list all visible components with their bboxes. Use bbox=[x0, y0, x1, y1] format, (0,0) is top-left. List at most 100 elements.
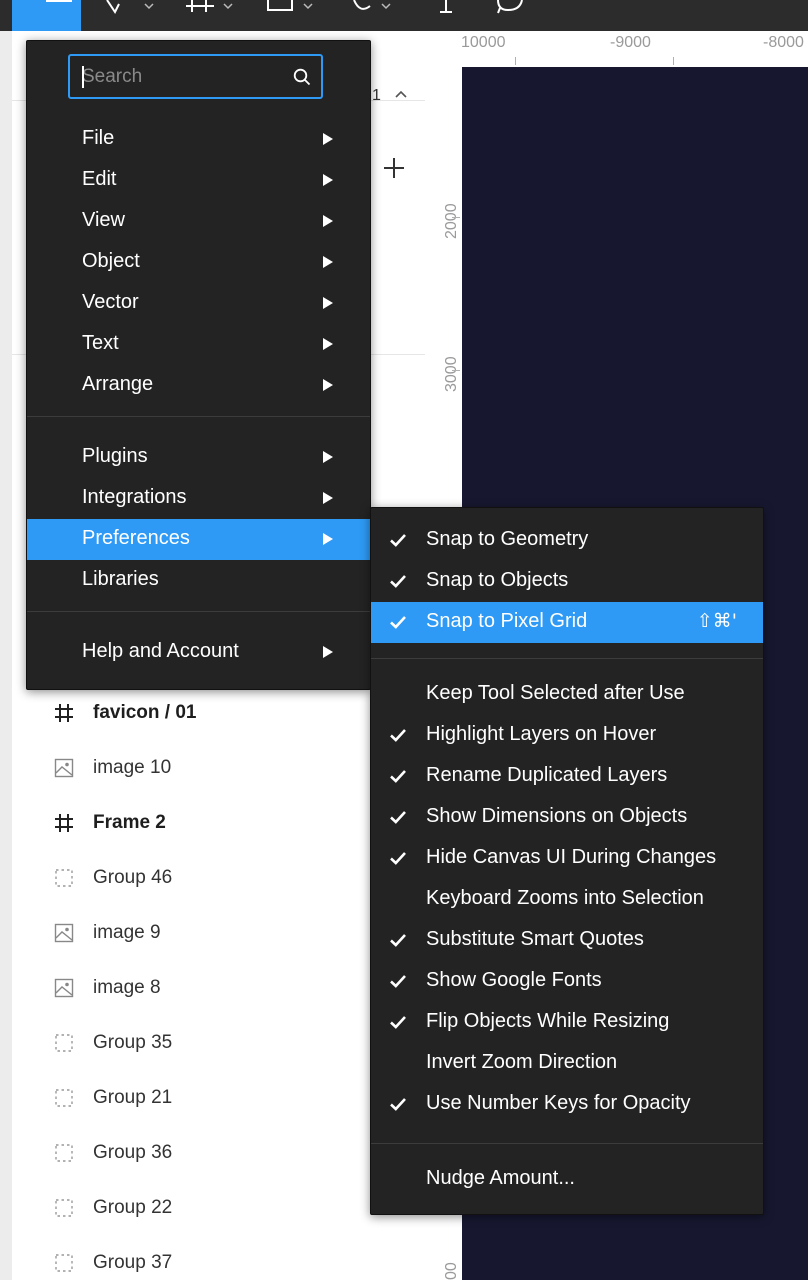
chevron-right-icon bbox=[323, 492, 333, 504]
layer-row[interactable]: Group 22 bbox=[42, 1193, 422, 1223]
layer-row[interactable]: Group 35 bbox=[42, 1028, 422, 1058]
check-icon bbox=[390, 811, 406, 824]
menu-item-view[interactable]: View bbox=[27, 201, 370, 242]
pref-item-keyboard-zooms-into-selection[interactable]: Keyboard Zooms into Selection bbox=[371, 879, 763, 920]
pref-item-label: Show Dimensions on Objects bbox=[426, 805, 688, 827]
layer-name: image 9 bbox=[93, 922, 161, 943]
layer-name: Group 21 bbox=[93, 1087, 173, 1108]
page-indicator[interactable]: 1 bbox=[372, 87, 381, 105]
pref-item-show-google-fonts[interactable]: Show Google Fonts bbox=[371, 961, 763, 1002]
hamburger-icon bbox=[46, 0, 72, 10]
pref-item-flip-objects-while-resizing[interactable]: Flip Objects While Resizing bbox=[371, 1002, 763, 1043]
menu-item-label: Object bbox=[82, 250, 140, 272]
layer-row[interactable]: image 10 bbox=[42, 753, 422, 783]
pref-item-label: Rename Duplicated Layers bbox=[426, 764, 668, 786]
keyboard-shortcut: ⇧⌘' bbox=[696, 610, 737, 632]
layer-name: image 10 bbox=[93, 757, 172, 778]
pref-item-show-dimensions-on-objects[interactable]: Show Dimensions on Objects bbox=[371, 797, 763, 838]
pref-item-nudge-amount[interactable]: Nudge Amount... bbox=[371, 1159, 763, 1200]
main-menu-button[interactable] bbox=[12, 0, 81, 31]
main-menu: File Edit View Object Vector Text Arrange Plugi… bbox=[26, 40, 371, 690]
comment-tool-icon[interactable] bbox=[496, 0, 526, 18]
layer-row[interactable]: Group 46 bbox=[42, 863, 422, 893]
pref-item-snap-to-geometry[interactable]: Snap to Geometry bbox=[371, 520, 763, 561]
check-icon bbox=[390, 975, 406, 988]
menu-item-libraries[interactable]: Libraries bbox=[27, 560, 370, 601]
ruler-label: 3000 bbox=[443, 356, 460, 392]
layer-name: Group 46 bbox=[93, 867, 173, 888]
preferences-submenu: Snap to Geometry Snap to Objects Snap to P… bbox=[370, 507, 764, 1215]
ruler-label: -8000 bbox=[763, 34, 804, 51]
ruler-label: 10000 bbox=[461, 34, 506, 51]
menu-item-text[interactable]: Text bbox=[27, 324, 370, 365]
menu-separator bbox=[27, 611, 370, 612]
menu-item-edit[interactable]: Edit bbox=[27, 160, 370, 201]
chevron-right-icon bbox=[323, 533, 333, 545]
frame-tool-icon[interactable] bbox=[186, 0, 236, 18]
layer-name: favicon / 01 bbox=[93, 702, 197, 723]
shape-tool-icon[interactable] bbox=[266, 0, 316, 18]
pref-item-rename-duplicated-layers[interactable]: Rename Duplicated Layers bbox=[371, 756, 763, 797]
menu-item-label: Preferences bbox=[82, 527, 190, 549]
layer-row[interactable]: Group 21 bbox=[42, 1083, 422, 1113]
menu-item-label: Integrations bbox=[82, 486, 187, 508]
layer-row[interactable]: favicon / 01 bbox=[42, 698, 422, 728]
check-icon bbox=[390, 934, 406, 947]
pref-item-invert-zoom-direction[interactable]: Invert Zoom Direction bbox=[371, 1043, 763, 1084]
menu-separator bbox=[27, 416, 370, 417]
layer-row[interactable]: Group 37 bbox=[42, 1248, 422, 1278]
menu-item-label: Plugins bbox=[82, 445, 148, 467]
ruler-tick bbox=[673, 57, 674, 65]
layer-name: Group 37 bbox=[93, 1252, 173, 1273]
image-icon bbox=[54, 923, 74, 943]
pref-item-label: Show Google Fonts bbox=[426, 969, 602, 991]
pref-item-snap-to-pixel-grid[interactable]: Snap to Pixel Grid ⇧⌘' bbox=[371, 602, 763, 643]
text-tool-icon[interactable] bbox=[436, 0, 456, 18]
layer-row[interactable]: Frame 2 bbox=[42, 808, 422, 838]
dashed-group-icon bbox=[54, 1143, 74, 1163]
menu-item-vector[interactable]: Vector bbox=[27, 283, 370, 324]
pref-item-label: Highlight Layers on Hover bbox=[426, 723, 657, 745]
check-icon bbox=[390, 575, 406, 588]
pref-item-label: Snap to Objects bbox=[426, 569, 569, 591]
menu-item-object[interactable]: Object bbox=[27, 242, 370, 283]
menu-item-help-and-account[interactable]: Help and Account bbox=[27, 632, 370, 673]
ruler-label: 00 bbox=[443, 1262, 460, 1280]
pref-item-hide-canvas-ui-during-changes[interactable]: Hide Canvas UI During Changes bbox=[371, 838, 763, 879]
menu-item-label: Text bbox=[82, 332, 119, 354]
top-ruler: 10000 -9000 -8000 bbox=[425, 31, 808, 68]
layer-row[interactable]: Group 36 bbox=[42, 1138, 422, 1168]
layer-row[interactable]: image 9 bbox=[42, 918, 422, 948]
menu-search-input[interactable] bbox=[82, 64, 282, 90]
pref-item-highlight-layers-on-hover[interactable]: Highlight Layers on Hover bbox=[371, 715, 763, 756]
pref-item-label: Invert Zoom Direction bbox=[426, 1051, 618, 1073]
pref-item-substitute-smart-quotes[interactable]: Substitute Smart Quotes bbox=[371, 920, 763, 961]
check-icon bbox=[390, 1098, 406, 1111]
pref-item-snap-to-objects[interactable]: Snap to Objects bbox=[371, 561, 763, 602]
check-icon bbox=[390, 852, 406, 865]
menu-item-plugins[interactable]: Plugins bbox=[27, 437, 370, 478]
pen-tool-icon[interactable] bbox=[352, 0, 402, 18]
check-icon bbox=[390, 616, 406, 629]
chevron-right-icon bbox=[323, 133, 333, 145]
check-icon bbox=[390, 534, 406, 547]
pref-item-use-number-keys-for-opacity[interactable]: Use Number Keys for Opacity bbox=[371, 1084, 763, 1125]
pref-item-label: Use Number Keys for Opacity bbox=[426, 1092, 691, 1114]
chevron-right-icon bbox=[323, 379, 333, 391]
menu-item-integrations[interactable]: Integrations bbox=[27, 478, 370, 519]
menu-search-box[interactable] bbox=[68, 54, 323, 99]
menu-item-file[interactable]: File bbox=[27, 119, 370, 160]
move-tool-icon[interactable] bbox=[105, 0, 155, 18]
pref-item-keep-tool-selected-after-use[interactable]: Keep Tool Selected after Use bbox=[371, 674, 763, 715]
chevron-up-icon[interactable] bbox=[394, 89, 408, 99]
menu-item-arrange[interactable]: Arrange bbox=[27, 365, 370, 406]
menu-separator bbox=[371, 658, 763, 659]
check-icon bbox=[390, 729, 406, 742]
text-caret bbox=[82, 66, 84, 88]
add-page-icon[interactable] bbox=[384, 158, 404, 178]
chevron-right-icon bbox=[323, 215, 333, 227]
layer-row[interactable]: image 8 bbox=[42, 973, 422, 1003]
chevron-right-icon bbox=[323, 174, 333, 186]
left-edge-strip bbox=[0, 31, 12, 1280]
menu-item-preferences[interactable]: Preferences bbox=[27, 519, 370, 560]
